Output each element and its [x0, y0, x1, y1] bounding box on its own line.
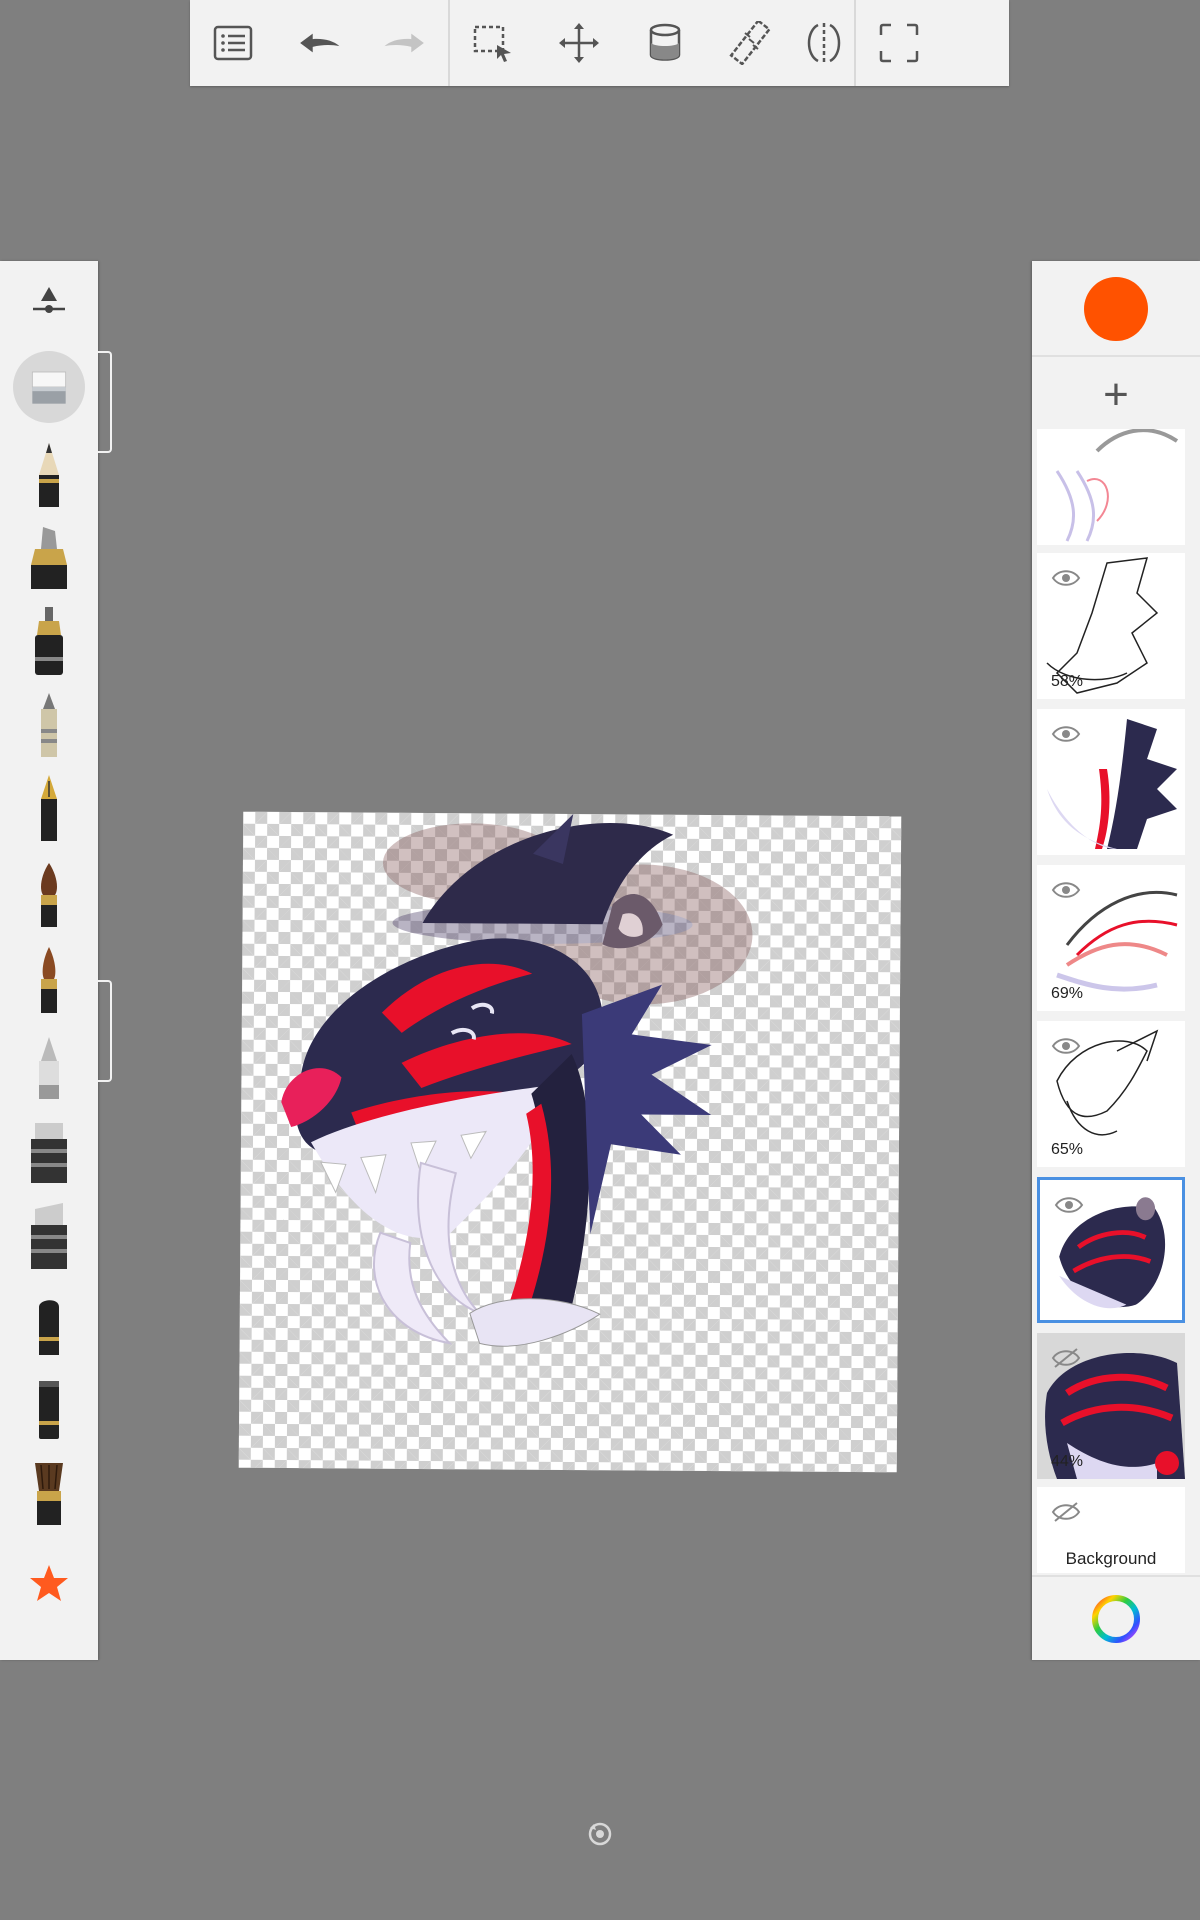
- blender-button[interactable]: [0, 1367, 98, 1447]
- layer-opacity: 58%: [1051, 673, 1084, 690]
- ruler-icon: [729, 21, 772, 65]
- eye-icon[interactable]: [1051, 879, 1081, 901]
- eraser-button[interactable]: [0, 347, 98, 427]
- plus-icon: +: [1103, 370, 1129, 419]
- ballpoint-icon: [41, 693, 57, 757]
- ruler-button[interactable]: [708, 0, 794, 86]
- fan-brush-icon: [35, 1463, 63, 1525]
- layer-opacity: 65%: [1051, 1141, 1084, 1158]
- brush-size-button[interactable]: [0, 261, 98, 341]
- flat-marker-button[interactable]: [0, 1197, 98, 1277]
- selection-button[interactable]: [450, 0, 536, 86]
- round-brush-icon: [41, 863, 57, 927]
- layers-panel: + 58% 69% 65% 44% Background: [1032, 261, 1200, 1660]
- ballpoint-button[interactable]: [0, 685, 98, 765]
- eye-icon[interactable]: [1054, 1194, 1084, 1216]
- menu-button[interactable]: [190, 0, 276, 86]
- fullscreen-button[interactable]: [856, 0, 942, 86]
- eye-hidden-icon[interactable]: [1051, 1347, 1081, 1369]
- airbrush-icon: [39, 1037, 59, 1099]
- eye-icon[interactable]: [1051, 1035, 1081, 1057]
- layer-label: Background: [1065, 1549, 1157, 1568]
- chisel-marker-icon: [31, 1123, 67, 1183]
- marker-icon: [31, 527, 67, 589]
- ink-pen-icon: [35, 607, 63, 675]
- airbrush-button[interactable]: [0, 1027, 98, 1107]
- paint-brush-button[interactable]: [0, 941, 98, 1021]
- redo-button[interactable]: [362, 0, 448, 86]
- color-wheel-button[interactable]: [1032, 1577, 1200, 1660]
- felt-tip-icon: [39, 1300, 59, 1355]
- favorites-button[interactable]: [0, 1543, 98, 1623]
- layer-opacity: 44%: [1051, 1453, 1084, 1470]
- layer-item-background[interactable]: Background: [1037, 1487, 1185, 1573]
- palette-section-marker: [98, 980, 112, 1082]
- move-icon: [559, 23, 599, 63]
- layer-item[interactable]: [1037, 429, 1185, 545]
- layer-item[interactable]: 58%: [1037, 553, 1185, 699]
- move-button[interactable]: [536, 0, 622, 86]
- pencil-button[interactable]: [0, 435, 98, 515]
- palette-section-marker: [98, 351, 112, 453]
- fill-button[interactable]: [622, 0, 708, 86]
- layer-item-selected[interactable]: [1037, 1177, 1185, 1323]
- eraser-icon: [31, 371, 67, 404]
- brush-palette: [0, 261, 98, 1660]
- list-icon: [213, 25, 253, 61]
- layer-item[interactable]: 69%: [1037, 865, 1185, 1011]
- selection-icon: [473, 25, 511, 62]
- layer-opacity: 69%: [1051, 985, 1084, 1002]
- undo-button[interactable]: [276, 0, 362, 86]
- drawing-canvas[interactable]: [238, 811, 902, 1473]
- color-wheel-icon: [1092, 1594, 1140, 1643]
- dragon-artwork: [281, 814, 753, 1347]
- fountain-pen-button[interactable]: [0, 769, 98, 849]
- favorite-star-icon: [30, 1565, 68, 1601]
- fan-brush-button[interactable]: [0, 1453, 98, 1533]
- top-toolbar: [190, 0, 1009, 86]
- layer-thumbnail: [1055, 429, 1179, 542]
- layer-item[interactable]: 65%: [1037, 1021, 1185, 1167]
- fill-bucket-icon: [649, 23, 681, 61]
- current-color-swatch[interactable]: [1084, 277, 1148, 341]
- redo-icon: [384, 33, 424, 53]
- flat-marker-icon: [31, 1203, 67, 1269]
- ink-pen-button[interactable]: [0, 601, 98, 681]
- brush-size-icon: [33, 287, 65, 313]
- symmetry-icon: [807, 23, 841, 63]
- fullscreen-icon: [879, 23, 919, 63]
- eye-hidden-icon[interactable]: [1051, 1501, 1081, 1523]
- marker-button[interactable]: [0, 517, 98, 597]
- layer-item[interactable]: 44%: [1037, 1333, 1185, 1479]
- eye-icon[interactable]: [1051, 567, 1081, 589]
- blender-icon: [39, 1381, 59, 1439]
- eye-icon[interactable]: [1051, 723, 1081, 745]
- rotate-reset-icon[interactable]: [586, 1820, 614, 1848]
- layer-item[interactable]: [1037, 709, 1185, 855]
- paint-brush-icon: [41, 947, 57, 1013]
- symmetry-button[interactable]: [794, 0, 854, 86]
- pencil-icon: [39, 443, 59, 507]
- fountain-pen-icon: [41, 775, 57, 841]
- round-brush-button[interactable]: [0, 855, 98, 935]
- chisel-marker-button[interactable]: [0, 1111, 98, 1191]
- felt-tip-button[interactable]: [0, 1283, 98, 1363]
- add-layer-button[interactable]: +: [1032, 355, 1200, 435]
- undo-icon: [300, 33, 340, 53]
